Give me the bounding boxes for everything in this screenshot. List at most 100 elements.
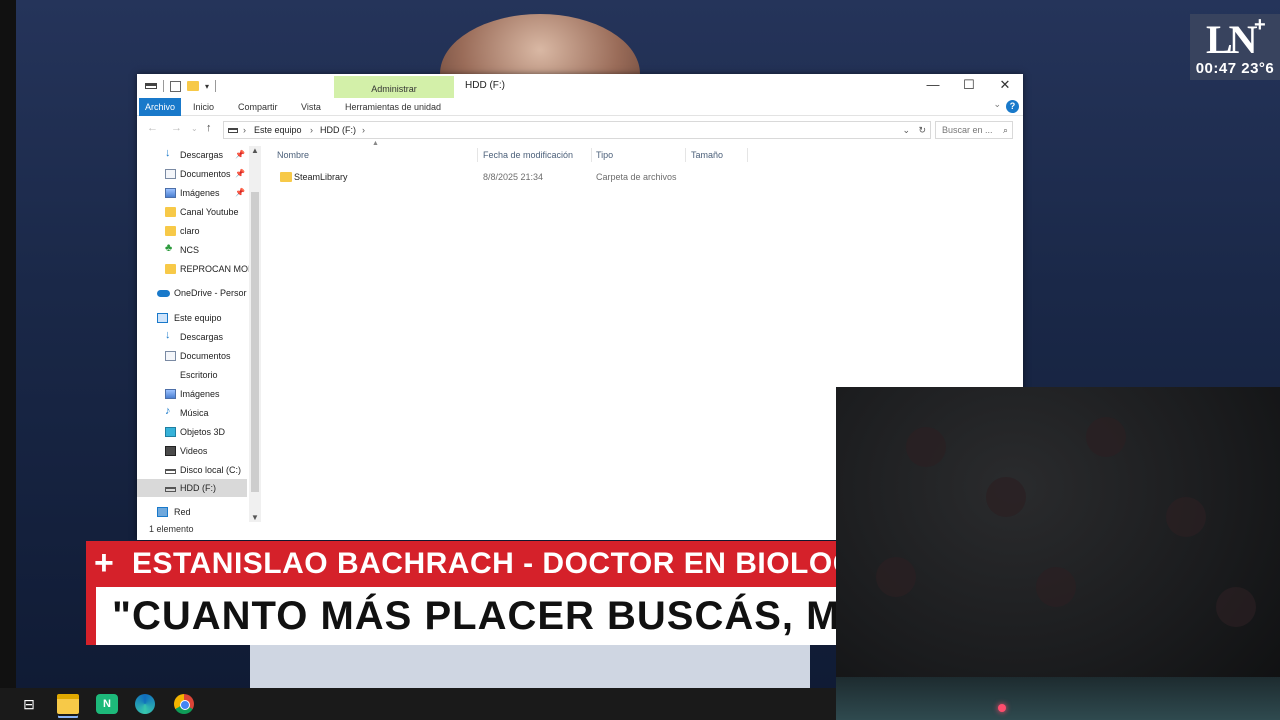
forward-arrow-icon[interactable]: → xyxy=(171,122,182,134)
scrollbar-thumb[interactable] xyxy=(251,192,259,492)
music-icon: ♪ xyxy=(165,405,171,417)
tab-view[interactable]: Vista xyxy=(301,98,321,116)
scroll-up-icon[interactable]: ▲ xyxy=(251,146,259,155)
nav-pane-scrollbar[interactable]: ▲ ▼ xyxy=(249,146,261,522)
nav-item-canal-youtube[interactable]: Canal Youtube xyxy=(137,203,249,221)
column-divider[interactable] xyxy=(477,148,478,162)
recent-locations-icon[interactable]: ⌄ xyxy=(191,124,198,133)
documents-icon xyxy=(165,169,176,179)
chevron-down-icon[interactable]: ▾ xyxy=(205,82,209,91)
close-button[interactable]: ✕ xyxy=(987,74,1023,98)
logo-plus-icon: + xyxy=(1254,14,1266,36)
nav-item-label: Canal Youtube xyxy=(180,207,239,217)
scroll-down-icon[interactable]: ▼ xyxy=(251,513,259,522)
expand-ribbon-icon[interactable]: ⌄ xyxy=(993,99,1001,110)
column-header-type[interactable]: Tipo xyxy=(596,146,613,164)
nav-item-label: HDD (F:) xyxy=(180,483,216,493)
nav-item-claro[interactable]: claro xyxy=(137,222,249,240)
minimize-button[interactable]: — xyxy=(915,74,951,98)
nav-item-objetos-3d[interactable]: Objetos 3D xyxy=(137,423,249,441)
column-header-name[interactable]: Nombre xyxy=(277,146,309,164)
nav-item-ncs[interactable]: ♣ NCS xyxy=(137,241,249,259)
3d-objects-icon xyxy=(165,427,176,437)
task-view-icon[interactable]: ⊟ xyxy=(18,694,40,714)
tree-icon: ♣ xyxy=(165,242,173,254)
nav-item-label: OneDrive - Persor xyxy=(174,288,247,298)
back-arrow-icon[interactable]: ← xyxy=(147,122,158,134)
plus-icon: + xyxy=(94,544,114,582)
address-dropdown-icon[interactable]: ⌄ xyxy=(902,122,910,138)
tab-share[interactable]: Compartir xyxy=(238,98,278,116)
nav-item-disco-local[interactable]: Disco local (C:) xyxy=(137,461,249,479)
column-divider[interactable] xyxy=(591,148,592,162)
breadcrumb-hdd[interactable]: HDD (F:) xyxy=(320,122,356,138)
context-tab-manage[interactable]: Administrar xyxy=(334,76,454,98)
pictures-icon xyxy=(165,188,176,198)
nav-item-label: Documentos xyxy=(180,351,231,361)
nav-item-documentos-pc[interactable]: Documentos xyxy=(137,347,249,365)
window-controls: — ☐ ✕ xyxy=(915,74,1023,98)
folder-icon xyxy=(280,172,292,182)
lower-third-name: + ESTANISLAO BACHRACH - DOCTOR EN BIOLOG… xyxy=(86,541,836,587)
tab-file[interactable]: Archivo xyxy=(139,98,181,116)
tab-home[interactable]: Inicio xyxy=(193,98,214,116)
status-bar: 1 elemento xyxy=(149,524,194,534)
breadcrumb-this-pc[interactable]: Este equipo xyxy=(254,122,302,138)
nav-item-escritorio[interactable]: Escritorio xyxy=(137,366,249,384)
nav-item-label: Descargas xyxy=(180,150,224,160)
file-explorer-icon[interactable] xyxy=(57,694,79,714)
nav-item-reprocan[interactable]: REPROCAN MOI xyxy=(137,260,249,278)
refresh-icon[interactable]: ↻ xyxy=(918,122,926,138)
folder-icon xyxy=(165,226,176,236)
store-app-icon[interactable]: N xyxy=(96,694,118,714)
nav-item-onedrive[interactable]: OneDrive - Persor xyxy=(137,284,249,302)
column-header-size[interactable]: Tamaño xyxy=(691,146,723,164)
nav-item-imagenes[interactable]: Imágenes 📌 xyxy=(137,184,249,202)
up-arrow-icon[interactable]: ↑ xyxy=(206,122,212,134)
drive-icon xyxy=(165,487,176,492)
nav-item-red[interactable]: Red xyxy=(137,503,249,521)
properties-icon[interactable] xyxy=(170,80,181,92)
nav-item-descargas-pc[interactable]: ↓ Descargas xyxy=(137,328,249,346)
nav-item-descargas[interactable]: ↓ Descargas 📌 xyxy=(137,146,249,164)
pin-icon: 📌 xyxy=(235,150,245,159)
quote-text: "CUANTO MÁS PLACER BUSCÁS, MÁS IN xyxy=(112,594,836,638)
column-divider[interactable] xyxy=(685,148,686,162)
nav-item-este-equipo[interactable]: Este equipo xyxy=(137,309,249,327)
bed xyxy=(836,677,1280,720)
breadcrumb-chevron-icon[interactable]: › xyxy=(310,122,313,138)
nav-item-label: claro xyxy=(180,226,200,236)
new-folder-icon[interactable] xyxy=(187,81,199,91)
tab-drive-tools[interactable]: Herramientas de unidad xyxy=(345,98,441,116)
column-divider[interactable] xyxy=(747,148,748,162)
network-icon xyxy=(157,507,168,517)
nav-item-documentos[interactable]: Documentos 📌 xyxy=(137,165,249,183)
search-input[interactable]: Buscar en ... ⌕ xyxy=(935,121,1013,139)
breadcrumb-chevron-icon[interactable]: › xyxy=(362,122,365,138)
sort-up-icon: ▲ xyxy=(372,140,379,147)
nav-item-musica[interactable]: ♪ Música xyxy=(137,404,249,422)
pin-icon: 📌 xyxy=(235,169,245,178)
breadcrumb-chevron-icon[interactable]: › xyxy=(243,122,246,138)
nav-item-videos[interactable]: Videos xyxy=(137,442,249,460)
nav-item-label: Red xyxy=(174,507,191,517)
logo-mark: LN xyxy=(1206,17,1258,62)
address-bar[interactable]: › Este equipo › HDD (F:) › ⌄ ↻ xyxy=(223,121,931,139)
edge-icon[interactable] xyxy=(135,694,155,714)
pin-icon: 📌 xyxy=(235,188,245,197)
guest-name-title: ESTANISLAO BACHRACH - DOCTOR EN BIOLOGÍA… xyxy=(132,547,836,580)
column-header-modified[interactable]: Fecha de modificación xyxy=(483,146,573,164)
nav-item-hdd[interactable]: HDD (F:) xyxy=(137,479,247,497)
title-bar: ▾ Administrar HDD (F:) — ☐ ✕ xyxy=(137,74,1023,98)
nav-item-label: NCS xyxy=(180,245,200,255)
pictures-icon xyxy=(165,389,176,399)
file-row[interactable]: SteamLibrary 8/8/2025 21:34 Carpeta de a… xyxy=(277,168,747,186)
nav-item-label: Documentos xyxy=(180,169,231,179)
chrome-icon[interactable] xyxy=(174,694,194,714)
nav-item-imagenes-pc[interactable]: Imágenes xyxy=(137,385,249,403)
maximize-button[interactable]: ☐ xyxy=(951,74,987,98)
folder-icon xyxy=(165,207,176,217)
nav-item-label: Disco local (C:) xyxy=(180,465,242,475)
help-icon[interactable]: ? xyxy=(1006,100,1019,113)
search-icon: ⌕ xyxy=(1002,125,1008,135)
